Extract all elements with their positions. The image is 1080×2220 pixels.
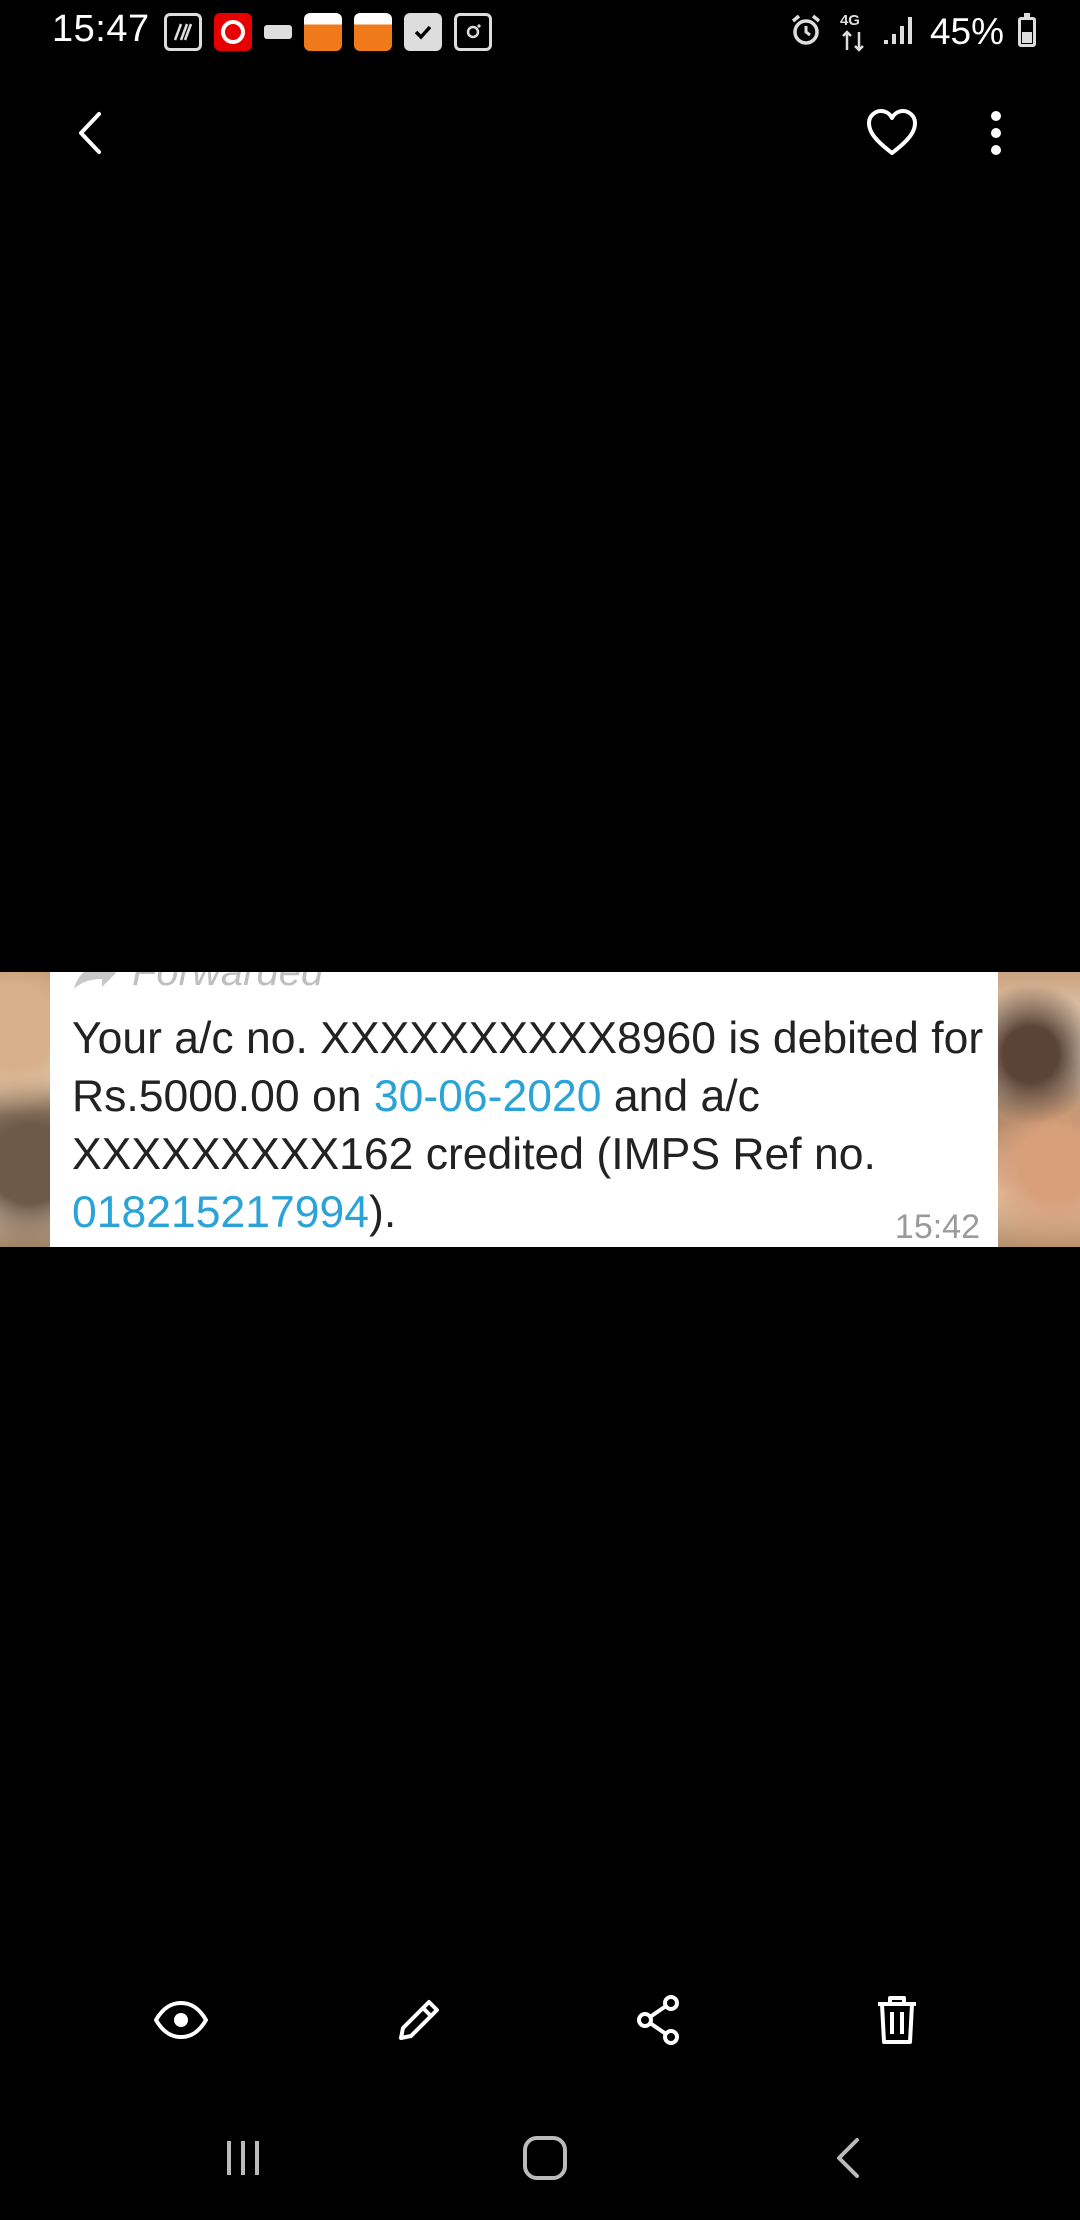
back-arrow-icon xyxy=(79,112,101,154)
bottom-action-bar xyxy=(0,1975,1080,2065)
reference-number-link[interactable]: 018215217994 xyxy=(72,1188,369,1237)
recents-button[interactable] xyxy=(193,2120,293,2196)
system-back-button[interactable] xyxy=(798,2120,898,2196)
message-timestamp: 15:42 xyxy=(894,1208,980,1246)
photo-background-left xyxy=(0,972,50,1247)
network-type-icon: 4G xyxy=(838,12,868,52)
home-button[interactable] xyxy=(495,2120,595,2196)
app-hash-icon xyxy=(164,13,202,51)
edit-button[interactable] xyxy=(374,1975,464,2065)
photo-background-right xyxy=(998,972,1080,1247)
date-link[interactable]: 30-06-2020 xyxy=(374,1072,602,1121)
status-time: 15:47 xyxy=(52,8,150,50)
notification-icons xyxy=(164,12,492,52)
app-orange-icon xyxy=(304,13,342,51)
favorite-button[interactable] xyxy=(849,90,935,176)
eye-icon xyxy=(154,2001,208,2039)
vodafone-icon xyxy=(214,13,252,51)
status-bar: 15:47 4G 45% xyxy=(0,0,1080,64)
home-icon xyxy=(523,2136,567,2180)
trash-icon xyxy=(878,1996,916,2044)
more-options-button[interactable] xyxy=(953,90,1039,176)
alarm-icon xyxy=(788,12,824,53)
share-icon xyxy=(637,1995,679,2045)
delete-button[interactable] xyxy=(852,1975,942,2065)
signal-icon xyxy=(882,14,916,51)
heart-icon xyxy=(867,109,917,155)
more-vert-icon xyxy=(991,111,1001,155)
back-button[interactable] xyxy=(48,90,134,176)
navigation-bar xyxy=(0,2120,1080,2196)
pencil-icon xyxy=(399,2000,439,2040)
battery-icon xyxy=(1018,13,1036,47)
message-card: Forwarded Your a/c no. XXXXXXXXXX8960 is… xyxy=(50,972,998,1247)
battery-percentage: 45% xyxy=(929,11,1004,52)
forwarded-label: Forwarded xyxy=(72,972,323,995)
message-text: Your a/c no. XXXXXXXXXX8960 is debited f… xyxy=(72,1014,984,1237)
instagram-icon xyxy=(454,13,492,51)
nav-back-icon xyxy=(837,2138,859,2178)
details-button[interactable] xyxy=(136,1975,226,2065)
checkbox-icon xyxy=(404,13,442,51)
battery-level xyxy=(1022,32,1032,43)
recents-icon xyxy=(227,2141,259,2175)
app-orange-icon xyxy=(354,13,392,51)
top-app-bar xyxy=(0,90,1080,176)
forward-arrow-icon xyxy=(74,972,116,989)
image-viewer[interactable]: Forwarded Your a/c no. XXXXXXXXXX8960 is… xyxy=(0,972,1080,1247)
status-right: 4G 45% xyxy=(788,10,1036,54)
share-button[interactable] xyxy=(614,1975,704,2065)
idea-icon xyxy=(264,25,292,39)
